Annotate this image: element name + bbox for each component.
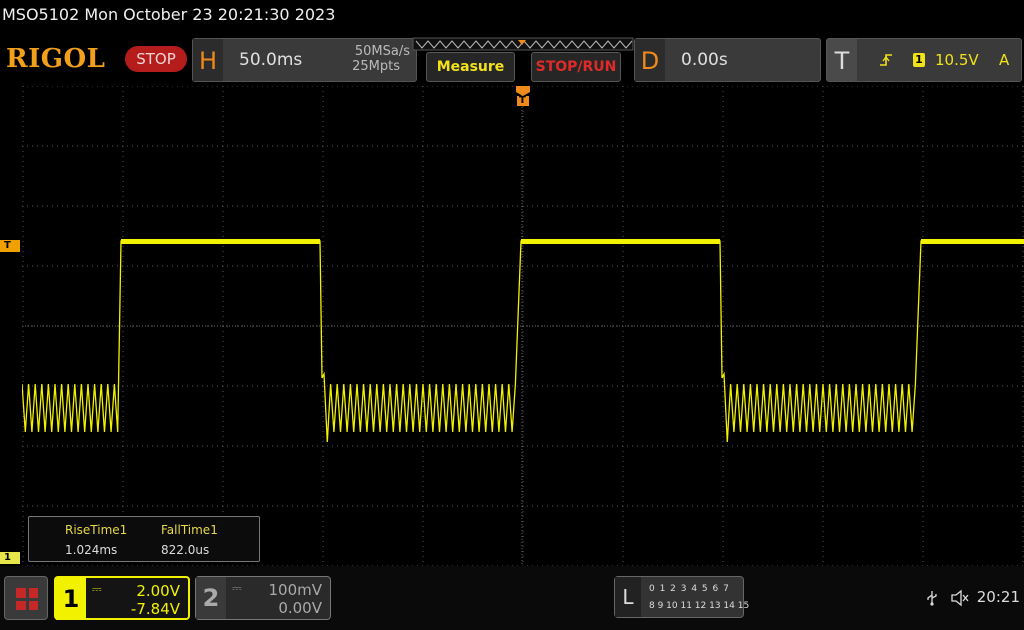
waveform-overview-strip[interactable]	[412, 37, 634, 51]
logic-channels-row2: 8 9 10 11 12 13 14 15	[649, 601, 750, 611]
measurement-value: 1.024ms	[65, 543, 118, 557]
measurement-item: RiseTime1 1.024ms	[65, 523, 127, 557]
trigger-source-badge: 1	[913, 53, 925, 67]
timebase-value: 50.0ms	[239, 50, 303, 70]
run-state-indicator[interactable]: STOP	[125, 46, 187, 72]
logic-analyzer-box[interactable]: L 0 1 2 3 4 5 6 7 8 9 10 11 12 13 14 15	[614, 576, 749, 618]
measurement-label: FallTime1	[161, 523, 218, 537]
sample-rate: 50MSa/s	[354, 44, 410, 59]
trigger-level-value: 10.5V	[935, 51, 979, 69]
trigger-level-marker[interactable]: T	[0, 240, 20, 252]
channel1-high-level	[521, 239, 720, 244]
main-menu-button[interactable]	[4, 576, 48, 620]
menu-grid-icon	[16, 588, 38, 610]
channel2-scale: 100mV	[268, 581, 322, 599]
delay-panel[interactable]: D 0.00s	[634, 38, 821, 82]
waveform-display[interactable]	[22, 86, 1024, 566]
measurement-panel[interactable]: RiseTime1 1.024ms FallTime1 822.0us	[28, 516, 260, 562]
stop-run-button[interactable]: STOP/RUN	[531, 52, 621, 82]
trigger-mode: A	[999, 51, 1010, 69]
channel1-scale: 2.00V	[136, 582, 180, 600]
measure-button[interactable]: Measure	[426, 52, 515, 82]
status-bar: MSO5102 Mon October 23 20:21:30 2023	[0, 0, 1024, 34]
brand-logo: RIGOL	[6, 44, 106, 74]
clock: 20:21	[976, 588, 1020, 606]
dc-coupling-icon: ⎓	[92, 582, 102, 596]
memory-depth: 25Mpts	[352, 59, 400, 74]
trigger-position-marker[interactable]: T	[516, 86, 530, 108]
horizontal-panel[interactable]: H 50.0ms 50MSa/s 25Mpts	[192, 38, 417, 82]
trigger-position-label: T	[519, 95, 526, 106]
channel1-high-level	[921, 239, 1024, 244]
measurement-item: FallTime1 822.0us	[161, 523, 218, 557]
channel1-ground-marker[interactable]: 1	[0, 552, 20, 564]
delay-label: D	[635, 39, 665, 81]
rising-edge-icon	[880, 54, 892, 66]
horizontal-label: H	[193, 39, 223, 81]
channel1-trace	[22, 239, 1024, 443]
bottom-bar: 1 ⎓ 2.00V -7.84V 2 ⎓ 100mV 0.00V L 0 1 2…	[0, 566, 1024, 630]
device-title: MSO5102 Mon October 23 20:21:30 2023	[2, 5, 336, 24]
trigger-label: T	[827, 39, 857, 81]
channel2-number: 2	[196, 577, 226, 619]
channel2-offset: 0.00V	[278, 599, 322, 617]
dc-coupling-icon: ⎓	[232, 581, 242, 595]
logic-label: L	[615, 577, 641, 617]
trigger-panel[interactable]: T 1 10.5V A	[826, 38, 1022, 82]
channel1-high-level	[121, 239, 320, 244]
measurement-label: RiseTime1	[65, 523, 128, 537]
channel1-number: 1	[56, 578, 86, 620]
header-bar: RIGOL STOP H 50.0ms 50MSa/s 25Mpts Measu…	[0, 34, 1024, 84]
channel1-waveform	[22, 240, 1024, 443]
channel1-box[interactable]: 1 ⎓ 2.00V -7.84V	[54, 576, 190, 620]
usb-icon	[927, 591, 937, 606]
measurement-value: 822.0us	[161, 543, 210, 557]
speaker-muted-icon[interactable]	[950, 589, 970, 607]
delay-value: 0.00s	[681, 50, 728, 70]
channel2-box[interactable]: 2 ⎓ 100mV 0.00V	[195, 576, 331, 620]
channel1-offset: -7.84V	[130, 600, 180, 618]
logic-channels-row1: 0 1 2 3 4 5 6 7	[649, 584, 730, 594]
